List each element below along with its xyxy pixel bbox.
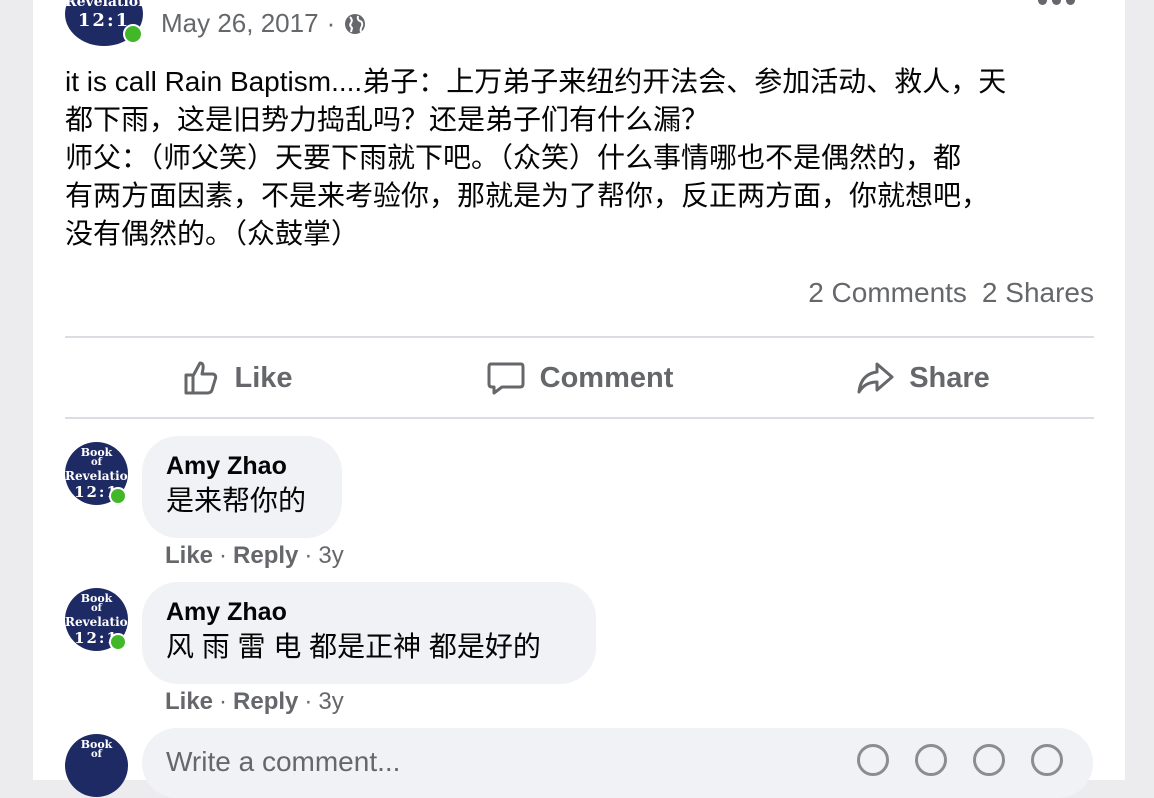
emoji-icon[interactable] [857, 744, 889, 776]
gif-icon[interactable] [973, 744, 1005, 776]
comment-text: 风 雨 雷 电 都是正神 都是好的 [166, 631, 541, 662]
avatar-label: of [91, 603, 102, 614]
comment-like-link[interactable]: Like [165, 542, 213, 570]
comment-actions: Like · Reply · 3y [165, 688, 344, 716]
post-text-line: 师父：（师父笑）天要下雨就下吧。（众笑）什么事情哪也不是偶然的，都 [65, 142, 962, 173]
avatar-label: of [91, 749, 102, 760]
commenter-avatar[interactable]: Book of Revelation 12:1 [65, 442, 137, 505]
online-status-dot [123, 24, 143, 44]
post-body: it is call Rain Baptism....弟子：上万弟子来纽约开法会… [65, 63, 1105, 253]
thumbs-up-icon [184, 361, 218, 395]
comments-count[interactable]: 2 Comments [808, 277, 967, 309]
more-options-icon[interactable] [1038, 0, 1078, 8]
post-meta: May 26, 2017 · [161, 8, 367, 39]
write-comment-input[interactable]: Write a comment... [142, 728, 1093, 798]
comment-label: Comment [539, 361, 674, 394]
comment-icon [487, 362, 525, 395]
post-text-line: 有两方面因素，不是来考验你，那就是为了帮你，反正两方面，你就想吧， [65, 180, 990, 211]
dot-separator: · [219, 688, 228, 715]
divider [65, 336, 1094, 338]
avatar-label: Revelation [65, 0, 149, 10]
globe-icon [345, 13, 366, 34]
comment-like-link[interactable]: Like [165, 688, 213, 716]
avatar-label: of [91, 457, 102, 468]
camera-icon[interactable] [915, 744, 947, 776]
post-actions: Like Comment Share [65, 339, 1094, 417]
commenter-name[interactable]: Amy Zhao [166, 596, 572, 628]
avatar-label: Revelation [65, 615, 137, 629]
like-button[interactable]: Like [65, 339, 408, 417]
comment-reply-link[interactable]: Reply [233, 542, 298, 570]
comment-reply-link[interactable]: Reply [233, 688, 298, 716]
sticker-icon[interactable] [1031, 744, 1063, 776]
like-label: Like [234, 361, 293, 394]
post-text-line: 都下雨，这是旧势力捣乱吗？还是弟子们有什么漏？ [65, 104, 710, 135]
engagement-counts: 2 Comments 2 Shares [808, 277, 1094, 309]
avatar-label: Revelation [65, 469, 137, 483]
shares-count[interactable]: 2 Shares [982, 277, 1094, 309]
comment-bubble: Amy Zhao 是来帮你的 [142, 436, 342, 538]
post-text-line: 没有偶然的。（众鼓掌） [65, 218, 360, 249]
online-status-dot [109, 633, 127, 651]
comment-actions: Like · Reply · 3y [165, 542, 344, 570]
share-icon [857, 362, 894, 394]
divider [65, 417, 1094, 419]
comment-time[interactable]: 3y [318, 542, 343, 570]
commenter-avatar[interactable]: Book of Revelation 12:1 [65, 588, 137, 651]
comment-bubble: Amy Zhao 风 雨 雷 电 都是正神 都是好的 [142, 582, 596, 684]
write-comment-placeholder: Write a comment... [166, 746, 401, 777]
dot-separator: · [304, 542, 313, 569]
comment-text: 是来帮你的 [166, 485, 307, 516]
my-avatar[interactable]: Book of [65, 734, 128, 797]
commenter-name[interactable]: Amy Zhao [166, 450, 318, 482]
post-text-line: it is call Rain Baptism....弟子：上万弟子来纽约开法会… [65, 66, 1007, 97]
comment-button[interactable]: Comment [408, 339, 751, 417]
online-status-dot [109, 487, 127, 505]
dot-separator: · [304, 688, 313, 715]
dot-separator: · [219, 542, 228, 569]
share-label: Share [909, 361, 990, 394]
post-date[interactable]: May 26, 2017 [161, 8, 319, 39]
meta-separator: · [326, 8, 336, 38]
share-button[interactable]: Share [751, 339, 1094, 417]
comment-time[interactable]: 3y [318, 688, 343, 716]
